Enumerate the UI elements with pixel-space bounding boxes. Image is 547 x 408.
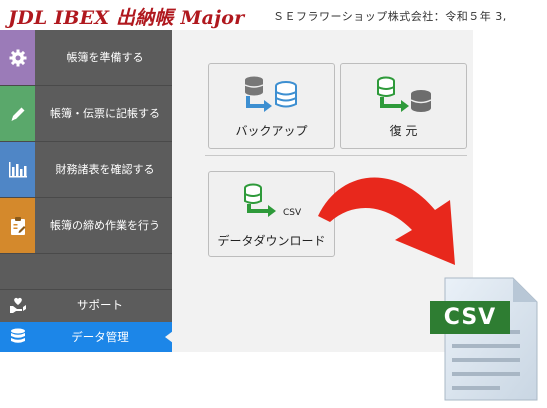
gear-icon <box>0 30 35 85</box>
csv-file-badge: CSV <box>430 301 510 334</box>
restore-icon <box>377 76 432 112</box>
csv-file-icon <box>444 277 538 401</box>
sidebar-item-label: データ管理 <box>71 330 129 344</box>
database-icon <box>0 322 35 352</box>
tile-label: 復 元 <box>389 124 418 138</box>
company-name: ＳＥフラワーショップ株式会社：令和５年 3, <box>273 10 507 23</box>
sidebar-item-label: 財務諸表を確認する <box>55 163 155 176</box>
sidebar-item-data-management[interactable]: データ管理 <box>0 322 172 352</box>
backup-icon <box>244 76 297 112</box>
csv-file-illustration: CSV <box>430 270 545 404</box>
csv-badge-text: CSV <box>283 208 302 218</box>
clipboard-icon <box>0 198 35 253</box>
sidebar-item-prepare-books[interactable]: 帳簿を準備する <box>0 30 172 86</box>
sidebar-item-label: 帳簿を準備する <box>66 51 144 64</box>
tile-label: バックアップ <box>235 124 308 138</box>
sidebar: 帳簿を準備する 帳簿・伝票に記帳する 財務諸表を確認する 帳簿の締め作業を行う … <box>0 30 173 352</box>
pencil-icon <box>0 86 35 141</box>
section-divider <box>205 155 467 156</box>
hand-heart-icon <box>0 290 35 320</box>
bar-chart-icon <box>0 142 35 197</box>
backup-button[interactable]: バックアップ <box>208 63 335 149</box>
app-header: JDL IBEX 出納帳 Major ＳＥフラワーショップ株式会社：令和５年 3… <box>0 0 506 32</box>
app-logo: JDL IBEX 出納帳 Major <box>8 7 245 29</box>
sidebar-item-label: 帳簿の締め作業を行う <box>50 219 160 232</box>
sidebar-item-label: 帳簿・伝票に記帳する <box>50 107 160 120</box>
sidebar-item-record-books[interactable]: 帳簿・伝票に記帳する <box>0 86 172 142</box>
restore-button[interactable]: 復 元 <box>340 63 467 149</box>
sidebar-item-support[interactable]: サポート <box>0 289 172 320</box>
sidebar-item-closing-work[interactable]: 帳簿の締め作業を行う <box>0 198 172 254</box>
sidebar-item-financial-statements[interactable]: 財務諸表を確認する <box>0 142 172 198</box>
sidebar-item-label: サポート <box>77 298 123 312</box>
